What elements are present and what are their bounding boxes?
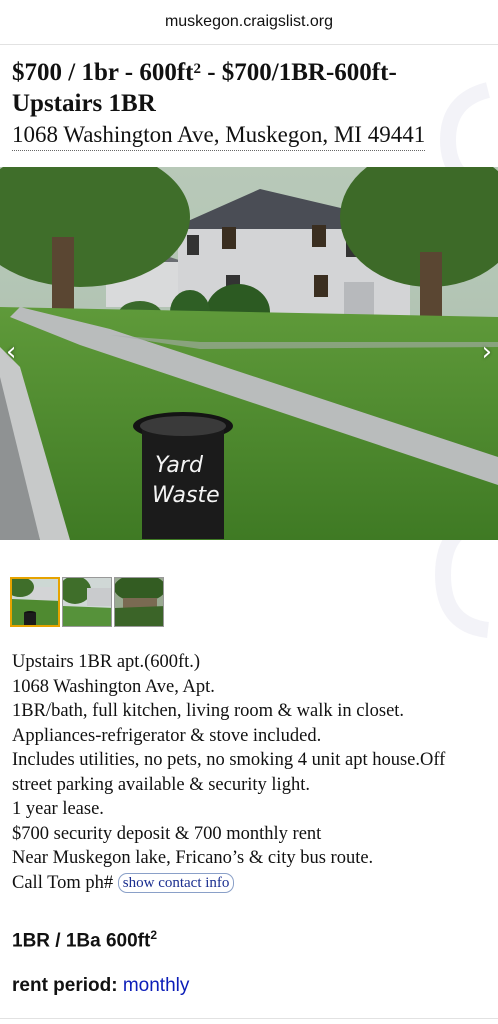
image-gallery[interactable]: Yard Waste ‹ › xyxy=(0,167,498,540)
divider xyxy=(0,1018,498,1019)
body-line: $700 security deposit & 700 monthly rent xyxy=(12,823,322,844)
thumbnail-1-image xyxy=(12,579,58,625)
thumbnail-2[interactable] xyxy=(62,577,112,627)
title-price-size: $700 / 1br - 600ft xyxy=(12,59,194,86)
url-text: muskegon.craigslist.org xyxy=(164,13,334,30)
body-line: street parking available & security ligh… xyxy=(12,774,310,795)
body-line: 1068 Washington Ave, Apt. xyxy=(12,676,215,697)
beds-baths-attribute: 1BR / 1Ba 600ft2 xyxy=(12,928,157,952)
rent-period-label: rent period: xyxy=(12,975,123,996)
body-line: Appliances-refrigerator & stove included… xyxy=(12,725,322,746)
main-photo: Yard Waste xyxy=(0,167,498,540)
thumbnail-3-image xyxy=(115,578,163,626)
can-label-line1: Yard xyxy=(155,453,204,478)
posting-address[interactable]: 1068 Washington Ave, Muskegon, MI 49441 xyxy=(12,121,426,151)
rent-period-attribute: rent period: monthly xyxy=(12,975,189,997)
posting-title: $700 / 1br - 600ft2 - $700/1BR-600ft-Ups… xyxy=(12,57,486,119)
body-line: Upstairs 1BR apt.(600ft.) xyxy=(12,652,201,672)
thumbnail-1[interactable] xyxy=(10,577,60,627)
thumbnail-2-image xyxy=(63,578,111,626)
body-line: Includes utilities, no pets, no smoking … xyxy=(12,750,446,770)
show-contact-info-button[interactable]: show contact info xyxy=(117,872,235,893)
body-line: Near Muskegon lake, Fricano’s & city bus… xyxy=(12,848,374,868)
call-line: Call Tom ph# show contact info xyxy=(12,871,486,896)
posting-body: Upstairs 1BR apt.(600ft.) 1068 Washingto… xyxy=(12,650,486,895)
beds-baths-superscript: 2 xyxy=(150,928,158,942)
thumbnail-strip xyxy=(10,577,164,627)
beds-baths-text: 1BR / 1Ba 600ft xyxy=(12,930,151,952)
body-line: 1BR/bath, full kitchen, living room & wa… xyxy=(12,701,405,721)
rent-period-value[interactable]: monthly xyxy=(123,975,190,996)
call-prefix: Call Tom ph# xyxy=(12,872,118,893)
title-superscript: 2 xyxy=(193,61,201,77)
next-image-button[interactable]: › xyxy=(482,339,492,365)
body-line: 1 year lease. xyxy=(12,799,104,819)
address-bar[interactable]: muskegon.craigslist.org xyxy=(0,0,498,45)
thumbnail-3[interactable] xyxy=(114,577,164,627)
can-label-line2: Waste xyxy=(152,483,220,508)
previous-image-button[interactable]: ‹ xyxy=(6,339,16,365)
